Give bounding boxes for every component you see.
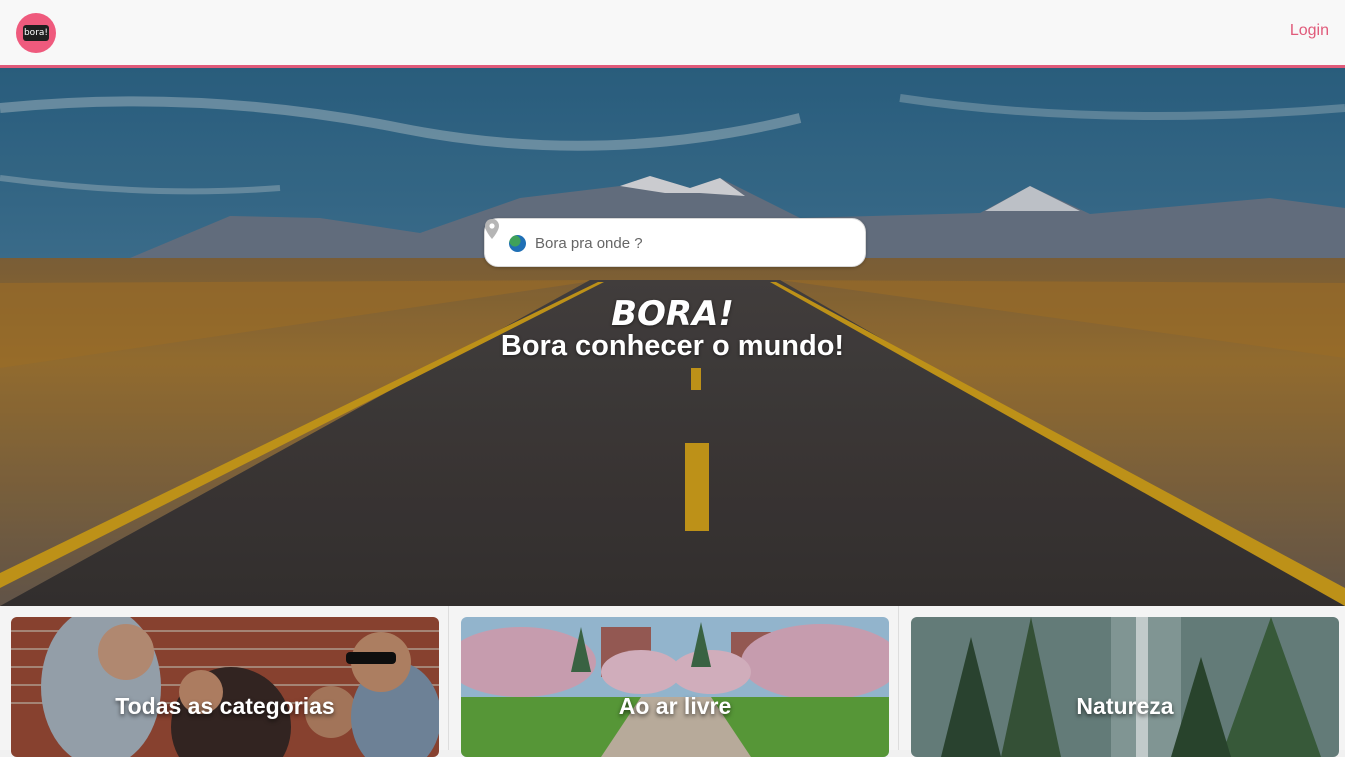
category-card-nature[interactable]: Natureza: [911, 617, 1339, 757]
category-column-2: Ao ar livre: [450, 606, 899, 757]
category-card-outdoors[interactable]: Ao ar livre: [461, 617, 889, 757]
category-label: Natureza: [1076, 693, 1174, 719]
search-bar[interactable]: [484, 218, 866, 267]
category-column-3: Natureza: [900, 606, 1345, 757]
bora-logo[interactable]: bora!: [16, 13, 56, 53]
hero-tagline: Bora conhecer o mundo!: [500, 330, 845, 362]
location-pin-icon[interactable]: [485, 219, 499, 239]
category-label: Ao ar livre: [618, 693, 732, 719]
hero-banner: BORA! Bora conhecer o mundo!: [0, 68, 1345, 606]
search-input[interactable]: [535, 229, 825, 257]
category-card-all[interactable]: Todas as categorias: [11, 617, 439, 757]
category-column-1: Todas as categorias: [0, 606, 449, 757]
park-photo: [461, 617, 889, 757]
globe-icon: [509, 235, 526, 252]
category-cards: Todas as categorias Ao ar livre Natureza: [0, 606, 1345, 757]
category-label: Todas as categorias: [115, 693, 335, 719]
logo-badge: bora!: [23, 25, 49, 41]
friends-photo: [11, 617, 439, 757]
login-link[interactable]: Login: [1290, 22, 1329, 40]
top-navbar: bora! Login: [0, 0, 1345, 68]
hero-brand-title: BORA!: [611, 294, 734, 334]
forest-photo: [911, 617, 1339, 757]
